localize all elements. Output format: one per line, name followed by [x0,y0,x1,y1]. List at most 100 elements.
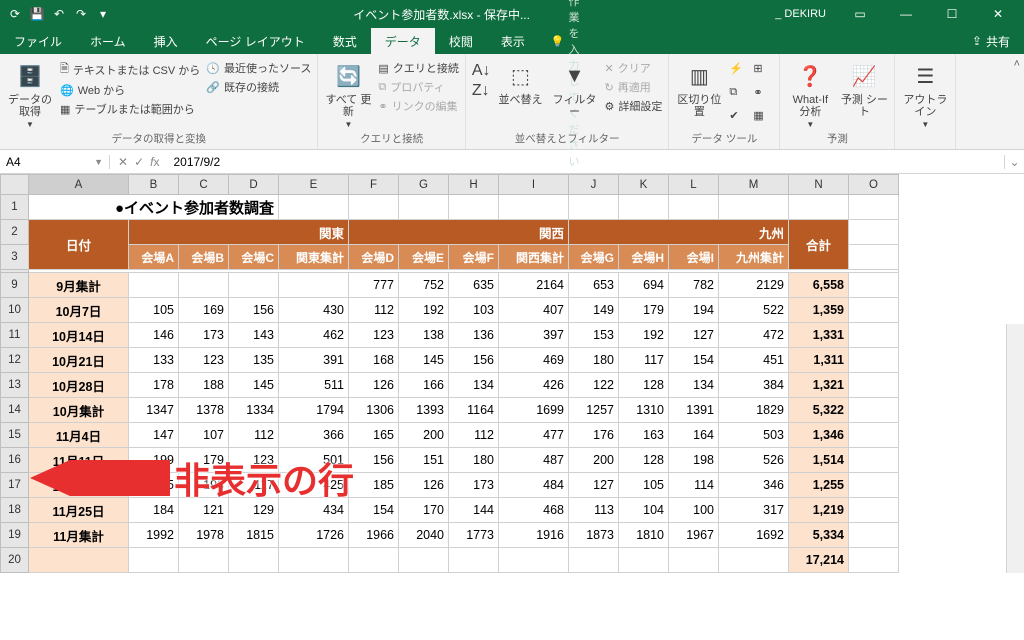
data-cell[interactable] [619,548,669,573]
column-header-J[interactable]: J [569,175,619,195]
data-cell[interactable]: 188 [179,373,229,398]
collapse-ribbon-icon[interactable]: ˄ [1014,58,1020,70]
data-cell[interactable]: 146 [129,323,179,348]
data-cell[interactable]: 1306 [349,398,399,423]
data-cell[interactable]: 501 [279,448,349,473]
text-to-columns-button[interactable]: ▥ 区切り位置 [675,58,723,129]
date-cell[interactable]: 10月7日 [29,298,129,323]
data-cell[interactable]: 468 [499,498,569,523]
data-cell[interactable]: 107 [179,423,229,448]
column-header-C[interactable]: C [179,175,229,195]
data-cell[interactable]: 366 [279,423,349,448]
data-cell[interactable]: 129 [229,498,279,523]
date-cell[interactable]: 10月14日 [29,323,129,348]
row-header[interactable]: 19 [1,523,29,548]
data-cell[interactable]: 179 [179,448,229,473]
date-cell[interactable]: 11月18日 [29,473,129,498]
data-cell[interactable]: 176 [569,423,619,448]
data-cell[interactable]: 200 [399,423,449,448]
data-cell[interactable]: 179 [619,298,669,323]
data-cell[interactable]: 2129 [719,273,789,298]
data-cell[interactable]: 1726 [279,523,349,548]
filter-button[interactable]: ▼ フィルター [551,58,599,129]
data-cell[interactable] [279,273,349,298]
data-cell[interactable]: 180 [569,348,619,373]
data-cell[interactable]: 151 [399,448,449,473]
queries-connections[interactable]: ▤クエリと接続 [378,60,458,76]
data-cell[interactable]: 503 [719,423,789,448]
data-cell[interactable]: 1873 [569,523,619,548]
data-cell[interactable]: 123 [179,348,229,373]
data-cell[interactable]: 752 [399,273,449,298]
save-icon[interactable]: 💾 [28,5,46,23]
date-cell[interactable] [29,548,129,573]
subheader[interactable]: 関西集計 [499,245,569,270]
data-cell[interactable]: 192 [619,323,669,348]
data-cell[interactable]: 199 [129,448,179,473]
relationships-icon[interactable]: ⚭ [753,86,773,106]
data-cell[interactable]: 121 [179,498,229,523]
subheader[interactable]: 会場D [349,245,399,270]
data-cell[interactable] [669,548,719,573]
data-cell[interactable]: 1992 [129,523,179,548]
data-cell[interactable]: 184 [129,498,179,523]
total-cell[interactable]: 1,255 [789,473,849,498]
table-title[interactable]: ●イベント参加者数調査 [29,195,279,220]
subheader[interactable]: 会場A [129,245,179,270]
data-cell[interactable]: 1794 [279,398,349,423]
data-cell[interactable] [229,273,279,298]
undo-icon[interactable]: ↶ [50,5,68,23]
data-cell[interactable] [129,273,179,298]
data-cell[interactable]: 173 [449,473,499,498]
close-icon[interactable]: ✕ [976,0,1020,28]
data-cell[interactable] [499,548,569,573]
data-cell[interactable]: 135 [229,348,279,373]
data-cell[interactable]: 1347 [129,398,179,423]
header-date[interactable]: 日付 [29,220,129,270]
recent-sources[interactable]: 🕓最近使ったソース [206,60,311,76]
data-cell[interactable]: 425 [279,473,349,498]
data-cell[interactable]: 317 [719,498,789,523]
subheader[interactable]: 関東集計 [279,245,349,270]
namebox-dropdown-icon[interactable]: ▼ [94,157,103,167]
data-cell[interactable]: 1692 [719,523,789,548]
data-cell[interactable]: 164 [669,423,719,448]
row-header[interactable]: 11 [1,323,29,348]
data-cell[interactable]: 138 [399,323,449,348]
formula-input[interactable]: 2017/9/2 [167,155,1004,169]
tab-ファイル[interactable]: ファイル [0,28,76,55]
remove-dup-icon[interactable]: ⧉ [729,86,749,106]
data-cell[interactable]: 122 [569,373,619,398]
tab-表示[interactable]: 表示 [487,28,539,55]
data-cell[interactable]: 117 [229,473,279,498]
row-header[interactable]: 1 [1,195,29,220]
data-cell[interactable]: 104 [619,498,669,523]
refresh-all-button[interactable]: 🔄 すべて 更新 ▼ [324,58,372,129]
data-cell[interactable]: 156 [349,448,399,473]
total-cell[interactable]: 17,214 [789,548,849,573]
data-cell[interactable]: 117 [619,348,669,373]
share-button[interactable]: ⇪ 共有 [958,33,1024,50]
column-header-E[interactable]: E [279,175,349,195]
subheader[interactable]: 会場I [669,245,719,270]
sort-desc-icon[interactable]: Z↓ [472,82,491,100]
tab-挿入[interactable]: 挿入 [140,28,192,55]
row-header[interactable]: 9 [1,273,29,298]
data-cell[interactable]: 100 [669,498,719,523]
spreadsheet-grid[interactable]: ABCDEFGHIJKLMNO1●イベント参加者数調査2日付関東関西九州合計3会… [0,174,1024,573]
fx-icon[interactable]: fx [150,155,159,169]
ribbon-options-icon[interactable]: ▭ [838,0,882,28]
data-cell[interactable]: 178 [129,373,179,398]
data-cell[interactable]: 180 [449,448,499,473]
data-cell[interactable]: 1967 [669,523,719,548]
data-cell[interactable]: 126 [399,473,449,498]
total-cell[interactable]: 1,311 [789,348,849,373]
data-cell[interactable]: 143 [229,323,279,348]
data-cell[interactable]: 487 [499,448,569,473]
data-cell[interactable] [719,548,789,573]
total-cell[interactable]: 1,514 [789,448,849,473]
maximize-icon[interactable]: ☐ [930,0,974,28]
row-header[interactable]: 18 [1,498,29,523]
column-header-O[interactable]: O [849,175,899,195]
subheader[interactable]: 会場G [569,245,619,270]
